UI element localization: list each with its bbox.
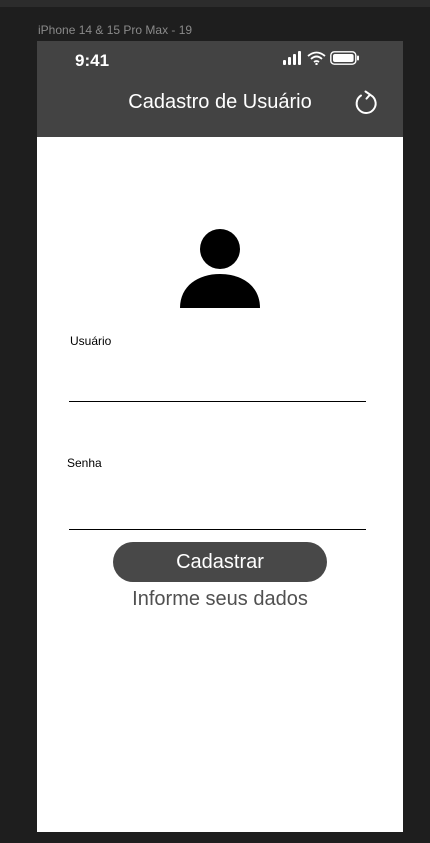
password-label: Senha [67, 456, 102, 470]
password-input[interactable] [69, 499, 366, 530]
battery-icon [330, 51, 359, 65]
user-icon [180, 229, 260, 308]
phone-screen: 9:41 Cadastro de Usuário Usuário Senha C… [37, 41, 403, 832]
page-title: Cadastro de Usuário [128, 91, 312, 113]
canvas-top-strip [0, 0, 430, 7]
frame-label: iPhone 14 & 15 Pro Max - 19 [38, 23, 193, 37]
username-input[interactable] [69, 371, 366, 402]
refresh-button[interactable] [353, 90, 379, 116]
submit-button[interactable]: Cadastrar [113, 542, 327, 582]
form-hint: Informe seus dados [132, 588, 308, 610]
avatar [179, 228, 261, 310]
signal-icon [283, 51, 301, 65]
wifi-icon [307, 51, 326, 65]
status-time: 9:41 [75, 51, 110, 70]
username-label: Usuário [70, 334, 112, 348]
refresh-icon [355, 90, 377, 114]
app-header: 9:41 Cadastro de Usuário [37, 41, 403, 137]
